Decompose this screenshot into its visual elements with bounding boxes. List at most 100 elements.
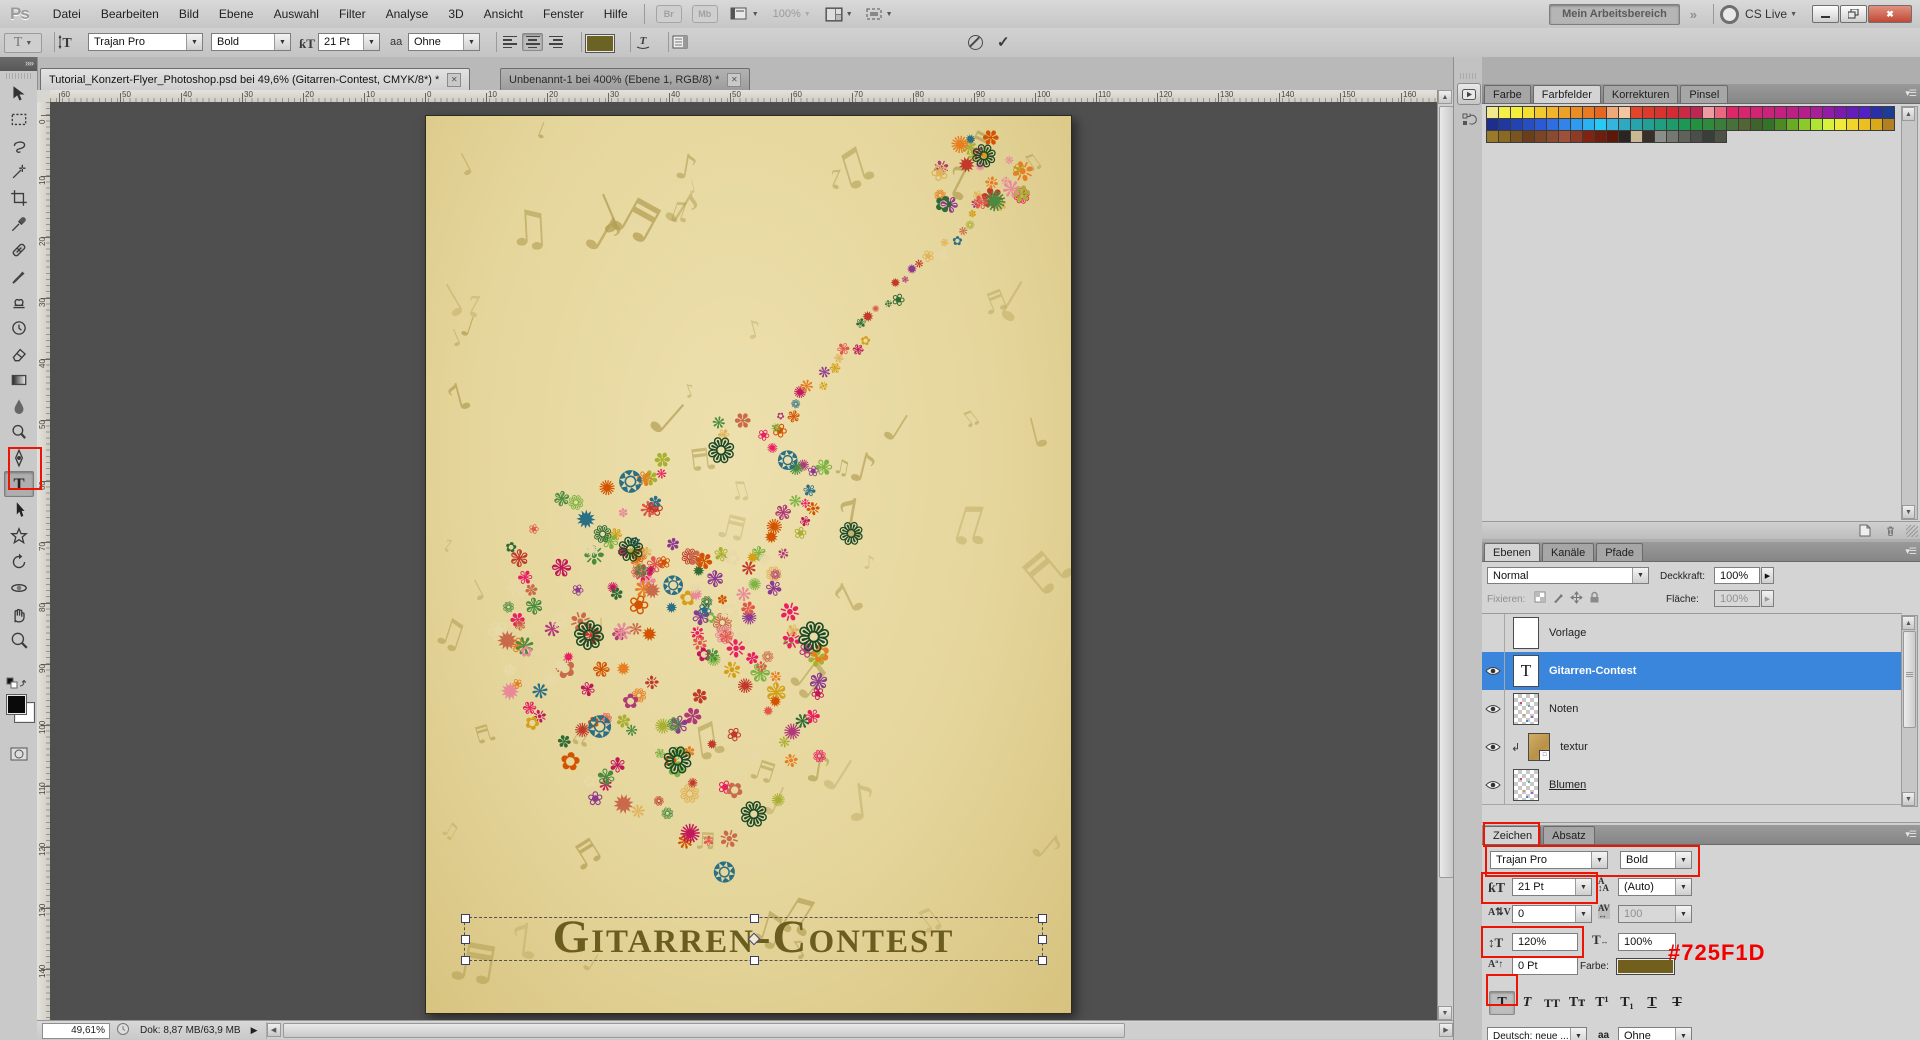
char-font-style-select[interactable]: Bold▼	[1620, 851, 1692, 869]
layers-scrollbar[interactable]: ▲ ▼	[1901, 615, 1918, 807]
tool-gradient[interactable]	[4, 367, 34, 393]
quick-mask-button[interactable]	[4, 741, 34, 767]
color-swatch[interactable]	[1631, 131, 1642, 142]
color-swatch[interactable]	[1487, 131, 1498, 142]
color-swatch[interactable]	[1595, 131, 1606, 142]
status-flyout-arrow[interactable]: ▶	[251, 1025, 258, 1036]
color-swatch[interactable]	[1739, 107, 1750, 118]
panel-resize-grip[interactable]	[1906, 525, 1918, 537]
color-swatch[interactable]	[1619, 107, 1630, 118]
layer-thumbnail[interactable]	[1513, 769, 1539, 801]
char-style-bold-button[interactable]: T	[1489, 991, 1515, 1015]
color-swatch[interactable]	[1655, 119, 1666, 130]
lock-position-icon[interactable]	[1570, 591, 1583, 607]
opacity-value[interactable]: 100%	[1714, 567, 1760, 584]
cs-live-button[interactable]: CS Live ▼	[1720, 5, 1797, 24]
layer-name[interactable]: textur	[1560, 741, 1588, 753]
scroll-up-button[interactable]: ▲	[1438, 90, 1452, 104]
layers-scroll-thumb[interactable]	[1903, 631, 1916, 728]
color-swatch[interactable]	[1727, 119, 1738, 130]
color-swatch[interactable]	[1835, 107, 1846, 118]
panel-menu-icon[interactable]: ▾☰	[1905, 829, 1916, 840]
menu-hilfe[interactable]: Hilfe	[594, 0, 638, 28]
color-swatch[interactable]	[1679, 107, 1690, 118]
swap-colors-icon[interactable]	[6, 677, 28, 694]
color-swatch[interactable]	[1691, 119, 1702, 130]
align-center-button[interactable]	[522, 33, 543, 51]
swatch-grid[interactable]	[1487, 107, 1899, 143]
tool-eraser[interactable]	[4, 341, 34, 367]
tool-clone-stamp[interactable]	[4, 289, 34, 315]
color-swatch[interactable]	[1631, 119, 1642, 130]
char-font-size-select[interactable]: 21 Pt▼	[1512, 878, 1592, 896]
poster-document[interactable]: ♫♩♪♪♪♫♬♪♪♩♩♬♬♫♪♫♫♪♬♪♫♩♩♪♬♫♫♫♪♫♩♩♪♩♫♫♬♩♩♩…	[425, 115, 1072, 1014]
color-swatch[interactable]	[1643, 131, 1654, 142]
color-swatch[interactable]	[1871, 119, 1882, 130]
color-swatch[interactable]	[1607, 107, 1618, 118]
color-swatch[interactable]	[1799, 119, 1810, 130]
tool-zoom[interactable]	[4, 627, 34, 653]
color-swatch[interactable]	[1823, 107, 1834, 118]
layer-name[interactable]: Blumen	[1549, 779, 1586, 791]
char-style-underline-button[interactable]: T	[1639, 991, 1665, 1015]
vertical-ruler[interactable]: 0102030405060708090100110120130140	[37, 102, 51, 1020]
char-anti-alias-select[interactable]: Ohne▼	[1618, 1027, 1692, 1040]
text-orientation-button[interactable]: T	[58, 33, 78, 51]
color-swatch[interactable]	[1535, 131, 1546, 142]
color-swatch[interactable]	[1883, 107, 1894, 118]
tool-3d-orbit[interactable]	[4, 575, 34, 601]
color-swatch[interactable]	[1523, 131, 1534, 142]
scroll-up-button[interactable]: ▲	[1902, 107, 1915, 121]
swatches-scrollbar[interactable]: ▲ ▼	[1901, 106, 1918, 520]
blend-mode-select[interactable]: Normal▼	[1487, 567, 1649, 584]
color-swatch[interactable]	[1691, 131, 1702, 142]
color-swatch[interactable]	[1811, 119, 1822, 130]
color-swatch[interactable]	[1679, 131, 1690, 142]
panel-menu-icon[interactable]: ▾☰	[1905, 546, 1916, 557]
layer-thumbnail[interactable]: □	[1528, 733, 1550, 761]
tool-hand[interactable]	[4, 601, 34, 627]
menu-ebene[interactable]: Ebene	[209, 0, 264, 28]
char-style-subscript-button[interactable]: T₁	[1614, 991, 1640, 1015]
color-swatch[interactable]	[1487, 107, 1498, 118]
color-swatch[interactable]	[1835, 119, 1846, 130]
color-swatch[interactable]	[1715, 107, 1726, 118]
color-swatch[interactable]	[1775, 119, 1786, 130]
document-tab-1[interactable]: Tutorial_Konzert-Flyer_Photoshop.psd bei…	[40, 68, 470, 90]
color-swatch[interactable]	[1667, 119, 1678, 130]
color-swatch[interactable]	[1499, 107, 1510, 118]
color-swatch[interactable]	[1847, 119, 1858, 130]
document-tab-2[interactable]: Unbenannt-1 bei 400% (Ebene 1, RGB/8) *✕	[500, 68, 750, 90]
color-swatch[interactable]	[1571, 131, 1582, 142]
swatches-tab-pinsel[interactable]: Pinsel	[1680, 85, 1728, 103]
selection-handle[interactable]	[461, 935, 470, 944]
layer-visibility-empty[interactable]	[1482, 614, 1505, 652]
menu-bearbeiten[interactable]: Bearbeiten	[91, 0, 169, 28]
color-swatch[interactable]	[1763, 119, 1774, 130]
color-swatch[interactable]	[1511, 131, 1522, 142]
char-style-strike-button[interactable]: T	[1664, 991, 1690, 1015]
color-swatch[interactable]	[1535, 119, 1546, 130]
character-tab-zeichen[interactable]: Zeichen	[1484, 826, 1541, 844]
layer-visibility-eye-icon[interactable]	[1482, 766, 1505, 804]
color-swatch[interactable]	[1643, 119, 1654, 130]
tool-eyedropper[interactable]	[4, 211, 34, 237]
color-swatch[interactable]	[1655, 107, 1666, 118]
lock-pixels-icon[interactable]	[1552, 591, 1565, 607]
color-swatch[interactable]	[1787, 107, 1798, 118]
color-swatch[interactable]	[1859, 119, 1870, 130]
cancel-edits-button[interactable]	[968, 33, 983, 51]
panel-menu-icon[interactable]: ▾☰	[1905, 88, 1916, 99]
color-swatch[interactable]	[1655, 131, 1666, 142]
character-tab-absatz[interactable]: Absatz	[1543, 826, 1595, 844]
menu-3d[interactable]: 3D	[438, 0, 473, 28]
color-swatch[interactable]	[1763, 107, 1774, 118]
color-swatch[interactable]	[1595, 107, 1606, 118]
layers-tab-kanäle[interactable]: Kanäle	[1542, 543, 1594, 561]
tool-dodge[interactable]	[4, 419, 34, 445]
color-swatch[interactable]	[1847, 107, 1858, 118]
color-swatch[interactable]	[1571, 107, 1582, 118]
color-swatch[interactable]	[1667, 107, 1678, 118]
layers-tab-pfade[interactable]: Pfade	[1596, 543, 1643, 561]
commit-edits-button[interactable]: ✓	[997, 33, 1010, 51]
